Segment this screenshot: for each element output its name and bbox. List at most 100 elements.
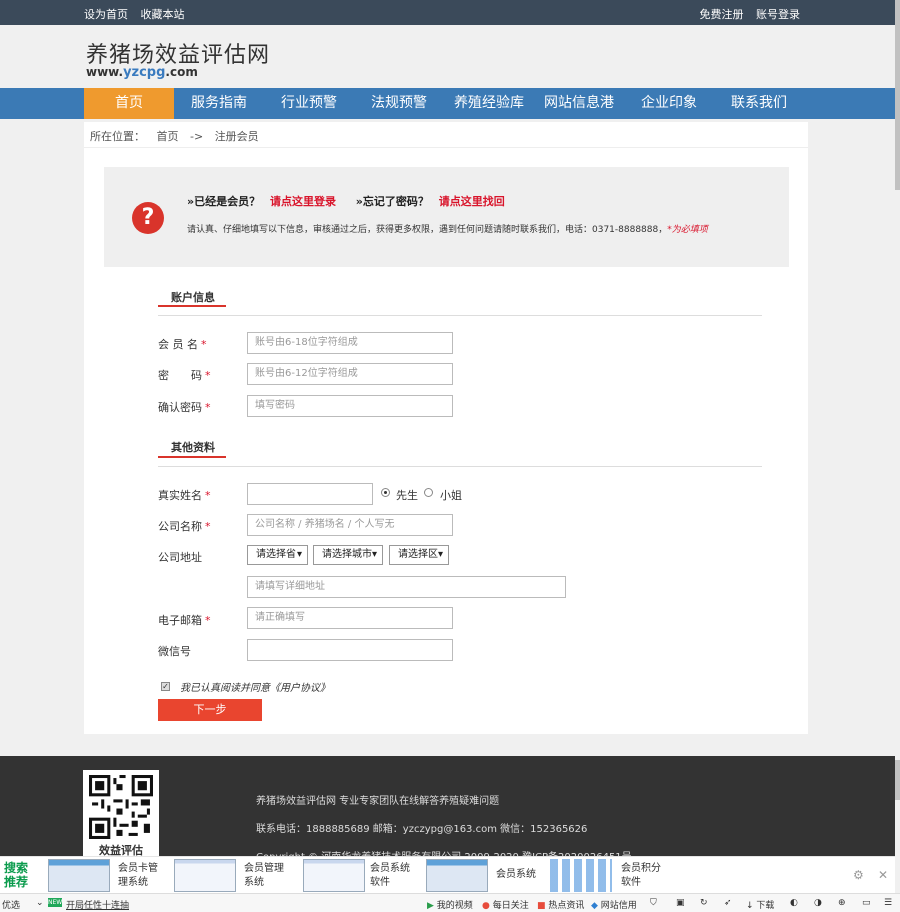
top-bar-right: 免费注册 账号登录 xyxy=(691,6,801,22)
settings-icon[interactable]: ⚙ xyxy=(853,868,864,882)
window-icon[interactable]: ▭ xyxy=(862,898,871,908)
shield-icon: ◆ xyxy=(591,901,598,911)
agree-checkbox[interactable]: ✓ xyxy=(161,682,170,691)
other-section-divider xyxy=(158,466,762,467)
site-footer: 效益评估 养猪场效益评估网 专业专家团队在线解答养殖疑难问题 联系电话：1888… xyxy=(0,756,895,863)
footer-slogan: 养猪场效益评估网 专业专家团队在线解答养殖疑难问题 xyxy=(256,796,500,807)
ad-item-4[interactable]: 会员系统 xyxy=(496,868,536,882)
video-icon: ▶ xyxy=(427,901,434,911)
city-select[interactable]: 请选择城市 xyxy=(313,545,383,565)
district-select[interactable]: 请选择区 xyxy=(389,545,449,565)
question-icon: ? xyxy=(132,202,164,234)
confirm-password-label: 确认密码 * xyxy=(158,401,211,414)
register-link[interactable]: 免费注册 xyxy=(700,8,744,21)
zoom-icon[interactable]: ⊕ xyxy=(838,898,846,908)
gender-male-label[interactable]: 先生 xyxy=(396,487,418,503)
login-link[interactable]: 账号登录 xyxy=(756,8,800,21)
notice-box: ? »已经是会员？ 请点这里登录 »忘记了密码？ 请点这里找回 请认真、仔细地填… xyxy=(104,167,789,267)
set-homepage-link[interactable]: 设为首页 xyxy=(84,8,128,21)
menu-icon[interactable]: ☰ xyxy=(884,898,892,908)
account-section-underline xyxy=(158,305,226,307)
email-input[interactable]: 请正确填写 xyxy=(247,607,453,629)
refresh-icon[interactable]: ↻ xyxy=(700,898,708,908)
breadcrumb-home[interactable]: 首页 xyxy=(157,130,179,143)
ad-item-5[interactable]: 会员积分 软件 xyxy=(621,862,661,890)
close-icon[interactable]: ✕ xyxy=(878,868,888,882)
wechat-input[interactable] xyxy=(247,639,453,661)
ad-item-3[interactable]: 会员系统 软件 xyxy=(370,862,410,890)
login-here-link[interactable]: 请点这里登录 xyxy=(270,195,336,208)
status-daily-focus[interactable]: ● 每日关注 xyxy=(482,898,529,911)
speaker-icon[interactable]: ◑ xyxy=(814,898,822,908)
nav-item-industry-alert[interactable]: 行业预警 xyxy=(264,88,354,119)
ad-thumbnail-5[interactable] xyxy=(550,859,612,892)
status-promo-link[interactable]: 开局任性十连抽 xyxy=(66,898,129,911)
nav-item-regulation-alert[interactable]: 法规预警 xyxy=(354,88,444,119)
chevron-down-icon[interactable]: ⌄ xyxy=(36,898,44,908)
confirm-password-input[interactable]: 填写密码 xyxy=(247,395,453,417)
search-recommend-tag: 搜索 推荐 xyxy=(4,861,29,889)
status-preferred[interactable]: 优选 xyxy=(2,898,20,911)
agree-text[interactable]: 我已认真阅读并同意《用户协议》 xyxy=(180,679,330,694)
notice-desc-text: 请认真、仔细地填写以下信息，审核通过之后，获得更多权限，遇到任何问题请随时联系我… xyxy=(187,225,668,235)
shield-status-icon[interactable]: ⛉ xyxy=(650,898,657,908)
qr-code-card: 效益评估 xyxy=(83,770,159,857)
nav-item-contact[interactable]: 联系我们 xyxy=(714,88,804,119)
ad-item-1[interactable]: 会员卡管 理系统 xyxy=(118,862,158,890)
breadcrumb-divider xyxy=(84,147,808,148)
status-download[interactable]: ↓ 下载 xyxy=(746,898,774,911)
company-input[interactable]: 公司名称 / 养猪场名 / 个人写无 xyxy=(247,514,453,536)
breadcrumb-sep: -> xyxy=(190,130,204,143)
notice-password-question: »忘记了密码？ xyxy=(355,195,429,208)
nav-item-company[interactable]: 企业印象 xyxy=(624,88,714,119)
search-recommend-bar: 搜索 推荐 会员卡管 理系统 会员管理 系统 会员系统 软件 会员系统 会员积分 软件 ⚙… xyxy=(0,856,900,893)
breadcrumb-label: 所在位置： xyxy=(90,130,145,143)
address-detail-input[interactable]: 请填写详细地址 xyxy=(247,576,566,598)
rocket-icon[interactable]: ➶ xyxy=(724,898,732,908)
nav-item-service-guide[interactable]: 服务指南 xyxy=(174,88,264,119)
password-input[interactable]: 账号由6-12位字符组成 xyxy=(247,363,453,385)
scrollbar-thumb[interactable] xyxy=(895,0,900,190)
ad-thumbnail-3[interactable] xyxy=(303,859,365,892)
ad-item-2[interactable]: 会员管理 系统 xyxy=(244,862,284,890)
download-icon: ↓ xyxy=(746,901,754,911)
status-hot-news[interactable]: ■ 热点资讯 xyxy=(537,898,584,911)
other-section-underline xyxy=(158,456,226,458)
notice-desc: 请认真、仔细地填写以下信息，审核通过之后，获得更多权限，遇到任何问题请随时联系我… xyxy=(187,222,708,235)
realname-label: 真实姓名 * xyxy=(158,489,211,502)
ad-thumbnail-1[interactable] xyxy=(48,859,110,892)
status-my-video[interactable]: ▶ 我的视频 xyxy=(427,898,473,911)
nav-item-home[interactable]: 首页 xyxy=(84,88,174,119)
top-bar: 设为首页 收藏本站 免费注册 账号登录 xyxy=(0,0,895,25)
province-select[interactable]: 请选择省 xyxy=(247,545,308,565)
gender-female-radio[interactable] xyxy=(424,488,433,497)
gender-male-radio[interactable] xyxy=(381,488,390,497)
account-section-title: 账户信息 xyxy=(171,291,215,304)
nav-item-experience[interactable]: 养殖经验库 xyxy=(444,88,534,119)
image-icon[interactable]: ▣ xyxy=(676,898,685,908)
page-scrollbar[interactable] xyxy=(895,0,900,893)
url-suffix: .com xyxy=(165,65,198,79)
browser-status-bar: 优选 ⌄ NEW 开局任性十连抽 ▶ 我的视频 ● 每日关注 ■ 热点资讯 ◆ … xyxy=(0,893,900,912)
scrollbar-thumb-lower[interactable] xyxy=(895,760,900,800)
bookmark-link[interactable]: 收藏本站 xyxy=(141,8,185,21)
breadcrumb-current: 注册会员 xyxy=(214,130,259,143)
breadcrumb: 所在位置： 首页 -> 注册会员 xyxy=(90,128,267,144)
username-input[interactable]: 账号由6-18位字符组成 xyxy=(247,332,453,354)
nav-item-info-port[interactable]: 网站信息港 xyxy=(534,88,624,119)
status-site-credit[interactable]: ◆ 网站信用 xyxy=(591,898,637,911)
username-label: 会 员 名 * xyxy=(158,338,207,351)
recover-password-link[interactable]: 请点这里找回 xyxy=(439,195,505,208)
url-prefix: www. xyxy=(86,65,124,79)
gender-female-label[interactable]: 小姐 xyxy=(440,487,462,503)
site-logo-url: www.yzcpg.com xyxy=(86,65,198,80)
realname-input[interactable] xyxy=(247,483,373,505)
news-icon: ■ xyxy=(537,901,546,911)
ad-thumbnail-4[interactable] xyxy=(426,859,488,892)
ad-thumbnail-2[interactable] xyxy=(174,859,236,892)
qr-code-icon xyxy=(89,775,153,839)
eye-icon[interactable]: ◐ xyxy=(790,898,798,908)
url-highlight: yzcpg xyxy=(123,65,166,80)
company-label: 公司名称 * xyxy=(158,520,211,533)
next-step-button[interactable]: 下一步 xyxy=(158,699,262,721)
